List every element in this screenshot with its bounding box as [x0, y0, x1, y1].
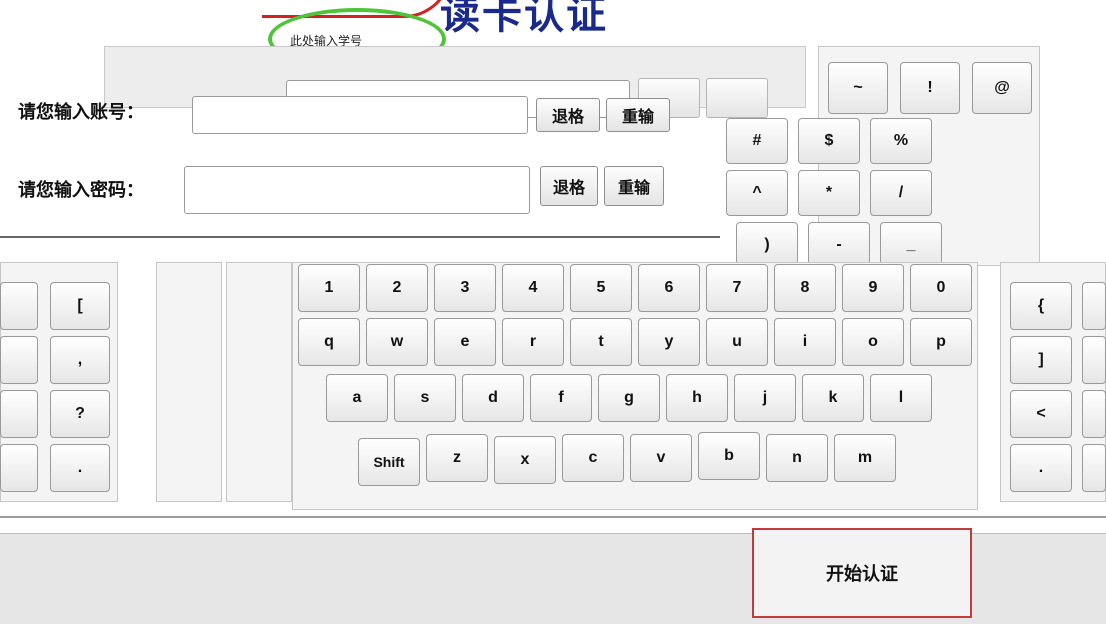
key-n[interactable]: n: [766, 434, 828, 482]
key-slash[interactable]: /: [870, 170, 932, 216]
ghost-reenter-button: [706, 78, 768, 118]
key-z[interactable]: z: [426, 434, 488, 482]
account-label: 请您输入账号：: [18, 102, 144, 122]
key-v[interactable]: v: [630, 434, 692, 482]
key-period-right[interactable]: .: [1010, 444, 1072, 492]
key-hash[interactable]: #: [726, 118, 788, 164]
key-question[interactable]: ?: [50, 390, 110, 438]
key-h[interactable]: h: [666, 374, 728, 422]
key-p[interactable]: p: [910, 318, 972, 366]
key-9[interactable]: 9: [842, 264, 904, 312]
key-i[interactable]: i: [774, 318, 836, 366]
password-reenter-button[interactable]: 重输: [604, 166, 664, 206]
key-7[interactable]: 7: [706, 264, 768, 312]
key-8[interactable]: 8: [774, 264, 836, 312]
key-left-edge-4[interactable]: [0, 444, 38, 492]
key-shift[interactable]: Shift: [358, 438, 420, 486]
key-o[interactable]: o: [842, 318, 904, 366]
key-k[interactable]: k: [802, 374, 864, 422]
key-r[interactable]: r: [502, 318, 564, 366]
key-right-edge-3[interactable]: [1082, 390, 1106, 438]
password-input[interactable]: [184, 166, 530, 214]
key-rbracket[interactable]: ]: [1010, 336, 1072, 384]
key-left-edge-2[interactable]: [0, 336, 38, 384]
key-q[interactable]: q: [298, 318, 360, 366]
key-period-left[interactable]: .: [50, 444, 110, 492]
key-x[interactable]: x: [494, 436, 556, 484]
key-at[interactable]: @: [972, 62, 1032, 114]
key-d[interactable]: d: [462, 374, 524, 422]
account-reenter-button[interactable]: 重输: [606, 98, 670, 132]
key-right-edge-4[interactable]: [1082, 444, 1106, 492]
key-s[interactable]: s: [394, 374, 456, 422]
key-2[interactable]: 2: [366, 264, 428, 312]
left-blank-panel-2: [226, 262, 292, 502]
bottom-divider: [0, 516, 1106, 518]
key-c[interactable]: c: [562, 434, 624, 482]
key-l[interactable]: l: [870, 374, 932, 422]
key-asterisk[interactable]: *: [798, 170, 860, 216]
divider-line: [0, 236, 720, 238]
key-j[interactable]: j: [734, 374, 796, 422]
account-backspace-button[interactable]: 退格: [536, 98, 600, 132]
key-w[interactable]: w: [366, 318, 428, 366]
key-a[interactable]: a: [326, 374, 388, 422]
key-tilde[interactable]: ~: [828, 62, 888, 114]
password-label: 请您输入密码：: [18, 180, 144, 200]
key-less-than[interactable]: <: [1010, 390, 1072, 438]
key-b[interactable]: b: [698, 432, 760, 480]
key-m[interactable]: m: [834, 434, 896, 482]
key-percent[interactable]: %: [870, 118, 932, 164]
key-u[interactable]: u: [706, 318, 768, 366]
key-f[interactable]: f: [530, 374, 592, 422]
key-y[interactable]: y: [638, 318, 700, 366]
key-e[interactable]: e: [434, 318, 496, 366]
key-dollar[interactable]: $: [798, 118, 860, 164]
key-right-edge-2[interactable]: [1082, 336, 1106, 384]
page-title: 读卡认证: [440, 0, 608, 37]
key-left-edge-1[interactable]: [0, 282, 38, 330]
key-3[interactable]: 3: [434, 264, 496, 312]
key-6[interactable]: 6: [638, 264, 700, 312]
left-blank-panel-1: [156, 262, 222, 502]
key-g[interactable]: g: [598, 374, 660, 422]
account-input[interactable]: [192, 96, 528, 134]
key-right-edge-1[interactable]: [1082, 282, 1106, 330]
key-5[interactable]: 5: [570, 264, 632, 312]
key-4[interactable]: 4: [502, 264, 564, 312]
key-t[interactable]: t: [570, 318, 632, 366]
key-comma[interactable]: ,: [50, 336, 110, 384]
key-lbrace[interactable]: {: [1010, 282, 1072, 330]
key-1[interactable]: 1: [298, 264, 360, 312]
start-auth-button[interactable]: 开始认证: [752, 528, 972, 618]
password-backspace-button[interactable]: 退格: [540, 166, 598, 206]
key-lbracket[interactable]: [: [50, 282, 110, 330]
key-0[interactable]: 0: [910, 264, 972, 312]
key-left-edge-3[interactable]: [0, 390, 38, 438]
key-exclaim[interactable]: !: [900, 62, 960, 114]
key-caret[interactable]: ^: [726, 170, 788, 216]
